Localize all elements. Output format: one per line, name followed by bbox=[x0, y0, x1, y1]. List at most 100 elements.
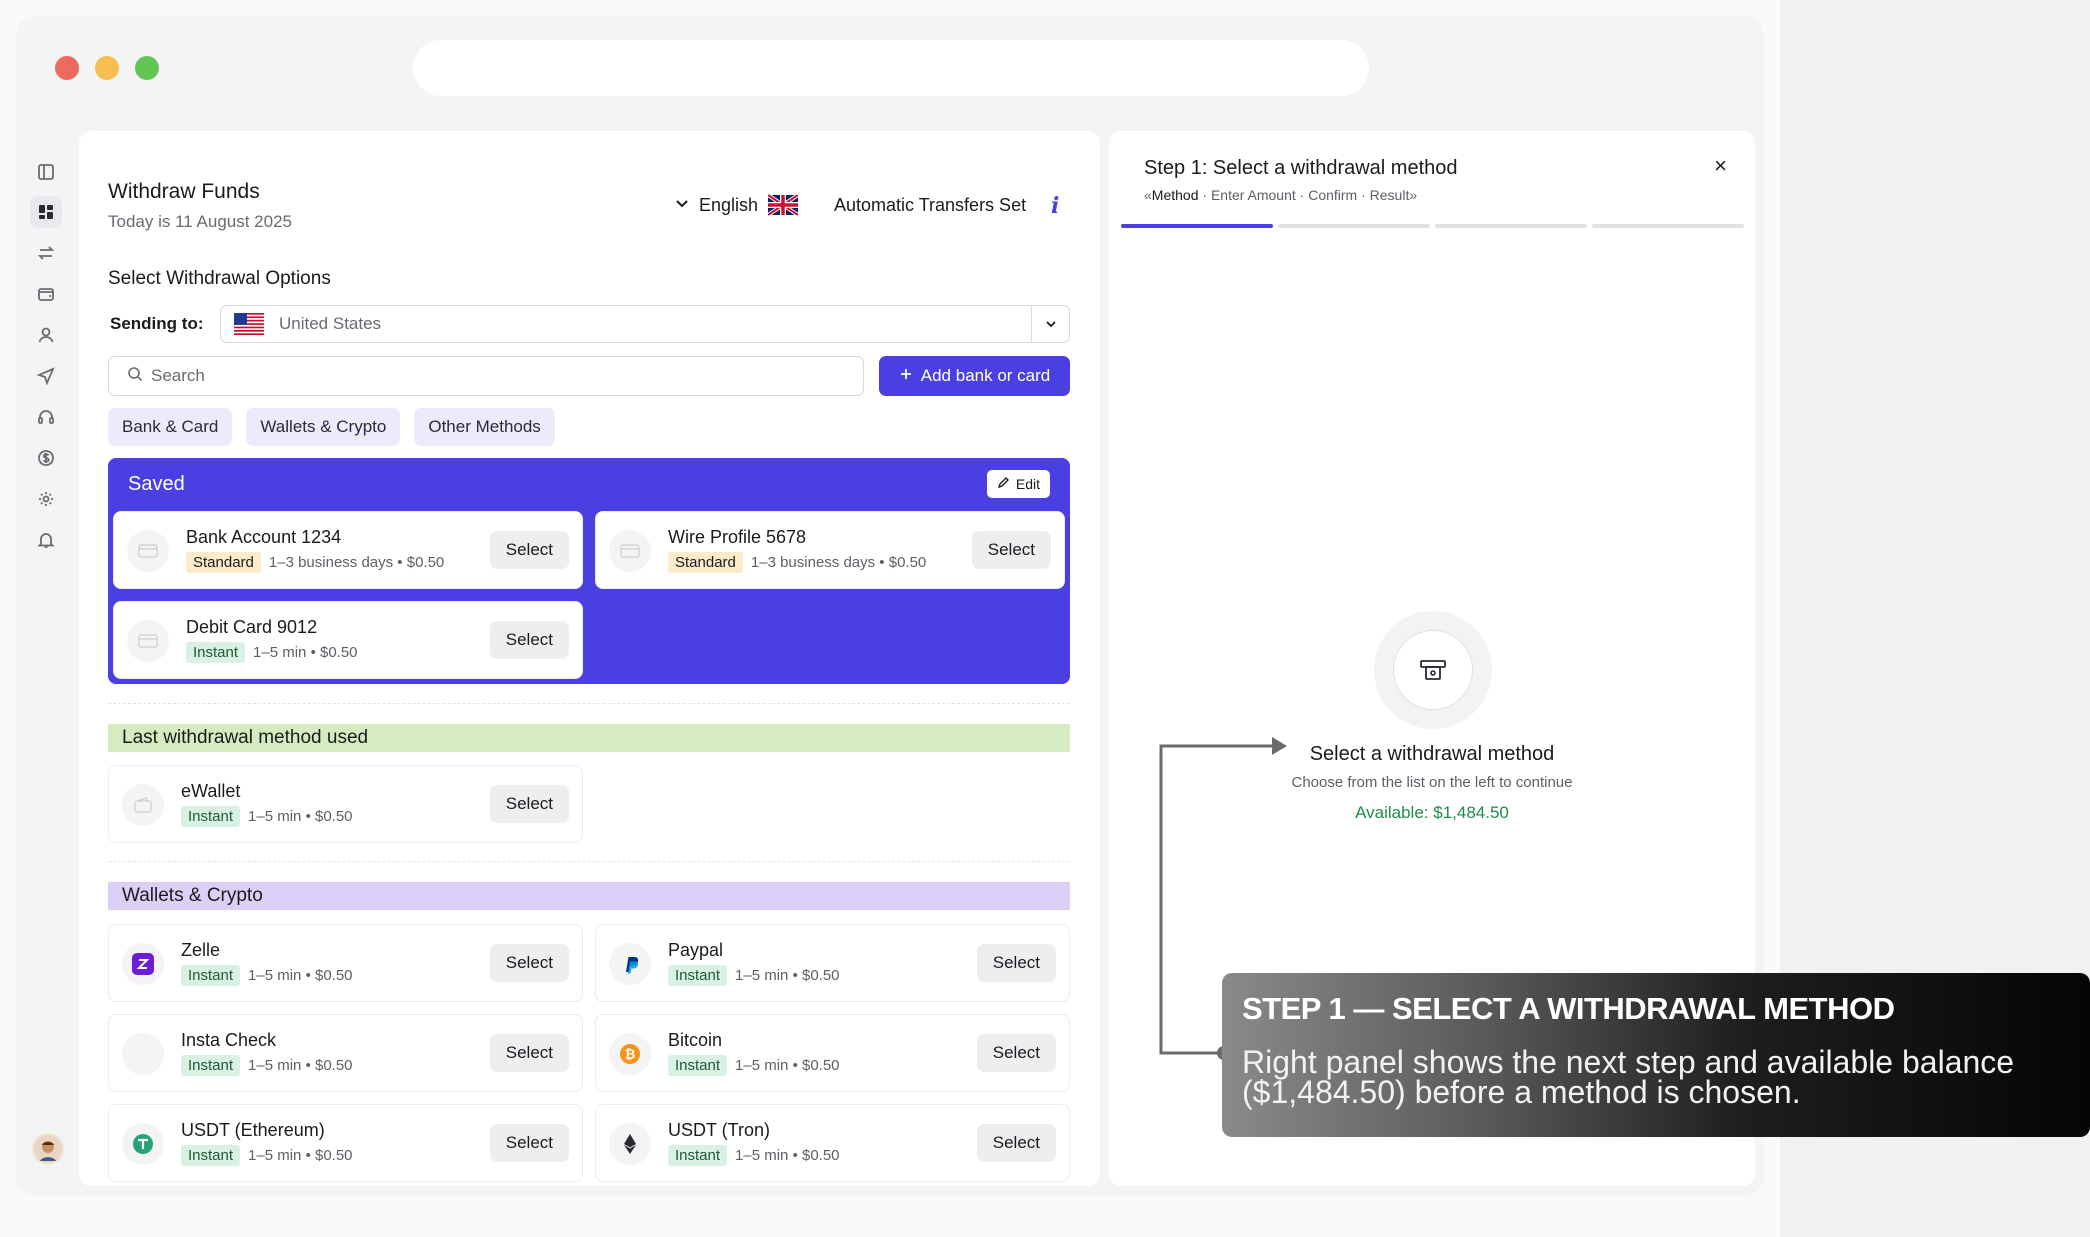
page-date: Today is 11 August 2025 bbox=[108, 212, 292, 231]
empty-state-subtitle: Choose from the list on the left to cont… bbox=[1291, 774, 1573, 791]
method-meta-row: Instant 1–5 min • $0.50 bbox=[668, 1055, 840, 1076]
select-button[interactable]: Select bbox=[489, 1124, 569, 1162]
transfer-icon[interactable] bbox=[30, 237, 62, 269]
method-card-bitcoin[interactable]: ₿ Bitcoin Instant 1–5 min • $0.50 Select bbox=[595, 1014, 1070, 1092]
select-button[interactable]: Select bbox=[489, 944, 569, 982]
user-avatar[interactable] bbox=[32, 1133, 64, 1165]
method-meta: 1–5 min • $0.50 bbox=[735, 1147, 840, 1164]
select-button[interactable]: Select bbox=[976, 1034, 1056, 1072]
select-button[interactable]: Select bbox=[976, 944, 1056, 982]
method-card-usdt-ethereum[interactable]: USDT (Ethereum) Instant 1–5 min • $0.50 S… bbox=[108, 1104, 583, 1182]
speed-badge: Standard bbox=[186, 552, 261, 573]
edit-saved-button[interactable]: Edit bbox=[986, 470, 1050, 498]
chevron-down-icon[interactable] bbox=[1031, 306, 1069, 342]
speed-badge: Instant bbox=[181, 965, 241, 986]
method-name: Paypal bbox=[668, 940, 724, 960]
wallet-icon[interactable] bbox=[30, 278, 62, 310]
divider bbox=[108, 861, 1070, 862]
close-icon[interactable]: × bbox=[1714, 153, 1727, 179]
progress-segment-2 bbox=[1278, 224, 1430, 228]
select-button[interactable]: Select bbox=[971, 531, 1051, 569]
speed-badge: Standard bbox=[668, 552, 743, 573]
speed-badge: Instant bbox=[186, 642, 246, 663]
select-button[interactable]: Select bbox=[489, 1034, 569, 1072]
maximize-window-button[interactable] bbox=[135, 56, 159, 80]
select-button[interactable]: Select bbox=[976, 1124, 1056, 1162]
select-button[interactable]: Select bbox=[489, 621, 569, 659]
method-meta-row: Instant 1–5 min • $0.50 bbox=[668, 965, 840, 986]
progress-segment-1 bbox=[1121, 224, 1273, 228]
method-name: Bank Account 1234 bbox=[186, 527, 342, 547]
method-name: Bitcoin bbox=[668, 1030, 723, 1050]
method-name: USDT (Ethereum) bbox=[181, 1120, 325, 1140]
method-meta: 1–5 min • $0.50 bbox=[735, 967, 840, 984]
dashboard-icon[interactable] bbox=[30, 196, 62, 228]
headset-icon[interactable] bbox=[30, 401, 62, 433]
method-card-insta-check[interactable]: Insta Check Instant 1–5 min • $0.50 Selec… bbox=[108, 1014, 583, 1092]
withdraw-panel: Withdraw Funds Today is 11 August 2025 E… bbox=[79, 131, 1100, 1186]
pencil-icon bbox=[997, 476, 1010, 492]
method-card-wire-profile[interactable]: Wire Profile 5678 Standard 1–3 business d… bbox=[595, 511, 1065, 589]
address-bar[interactable] bbox=[413, 40, 1369, 96]
dollar-icon[interactable] bbox=[30, 442, 62, 474]
user-icon[interactable] bbox=[30, 319, 62, 351]
tab-wallets-crypto[interactable]: Wallets & Crypto bbox=[246, 408, 401, 446]
sidebar bbox=[16, 146, 80, 1196]
method-meta-row: Instant 1–5 min • $0.50 bbox=[186, 642, 358, 663]
search-icon bbox=[127, 366, 143, 387]
search-input[interactable] bbox=[151, 366, 831, 386]
method-card-ewallet[interactable]: eWallet Instant 1–5 min • $0.50 Select bbox=[108, 765, 583, 843]
card-icon bbox=[609, 530, 651, 572]
close-window-button[interactable] bbox=[55, 56, 79, 80]
country-select[interactable]: United States bbox=[220, 305, 1070, 343]
method-meta: 1–5 min • $0.50 bbox=[248, 967, 353, 984]
method-card-bank-account[interactable]: Bank Account 1234 Standard 1–3 business d… bbox=[113, 511, 583, 589]
zelle-icon bbox=[122, 943, 164, 985]
uk-flag-icon bbox=[768, 193, 799, 217]
card-icon bbox=[127, 620, 169, 662]
last-used-header: Last withdrawal method used bbox=[108, 724, 1070, 752]
speed-badge: Instant bbox=[181, 806, 241, 827]
wallets-crypto-header: Wallets & Crypto bbox=[108, 882, 1070, 910]
method-card-usdt-tron[interactable]: USDT (Tron) Instant 1–5 min • $0.50 Selec… bbox=[595, 1104, 1070, 1182]
method-name: Debit Card 9012 bbox=[186, 617, 318, 637]
insta-check-icon bbox=[122, 1033, 164, 1075]
select-button[interactable]: Select bbox=[489, 531, 569, 569]
divider bbox=[108, 703, 1070, 704]
page-title: Withdraw Funds bbox=[108, 180, 260, 203]
language-label: English bbox=[699, 194, 759, 215]
search-box[interactable] bbox=[108, 356, 864, 396]
method-meta: 1–3 business days • $0.50 bbox=[750, 554, 927, 571]
wallet-icon bbox=[122, 784, 164, 826]
country-name: United States bbox=[279, 314, 382, 333]
method-card-zelle[interactable]: Zelle Instant 1–5 min • $0.50 Select bbox=[108, 924, 583, 1002]
breadcrumb-rest: · Enter Amount · Confirm · Result» bbox=[1198, 187, 1418, 203]
saved-methods-section: Saved Edit Bank Account 1234 Standard 1–3… bbox=[108, 458, 1070, 684]
select-button[interactable]: Select bbox=[489, 785, 569, 823]
minimize-window-button[interactable] bbox=[95, 56, 119, 80]
method-meta: 1–5 min • $0.50 bbox=[253, 644, 358, 661]
method-card-paypal[interactable]: Paypal Instant 1–5 min • $0.50 Select bbox=[595, 924, 1070, 1002]
automatic-transfers-status[interactable]: Automatic Transfers Set bbox=[834, 195, 1026, 216]
callout-body: Right panel shows the next step and avai… bbox=[1242, 1044, 2015, 1110]
add-button-label: Add bank or card bbox=[920, 366, 1051, 385]
method-name: Insta Check bbox=[181, 1030, 277, 1050]
method-card-debit-card[interactable]: Debit Card 9012 Instant 1–5 min • $0.50 S… bbox=[113, 601, 583, 679]
bitcoin-icon: ₿ bbox=[609, 1033, 651, 1075]
add-bank-or-card-button[interactable]: Add bank or card bbox=[879, 356, 1070, 396]
step-title: Step 1: Select a withdrawal method bbox=[1144, 157, 1458, 179]
info-icon[interactable]: i bbox=[1051, 193, 1059, 219]
bell-icon[interactable] bbox=[30, 524, 62, 556]
progress-segment-4 bbox=[1592, 224, 1744, 228]
settings-gear-icon[interactable] bbox=[30, 483, 62, 515]
progress-segment-3 bbox=[1435, 224, 1587, 228]
breadcrumb-current: Method bbox=[1151, 187, 1199, 203]
tab-other-methods[interactable]: Other Methods bbox=[414, 408, 555, 446]
sidebar-toggle-icon[interactable] bbox=[30, 156, 62, 188]
send-icon[interactable] bbox=[30, 360, 62, 392]
method-meta-row: Standard 1–3 business days • $0.50 bbox=[186, 552, 444, 573]
method-meta-row: Standard 1–3 business days • $0.50 bbox=[668, 552, 926, 573]
language-selector[interactable]: English bbox=[675, 193, 799, 217]
method-meta-row: Instant 1–5 min • $0.50 bbox=[181, 965, 353, 986]
tab-bank-card[interactable]: Bank & Card bbox=[108, 408, 233, 446]
